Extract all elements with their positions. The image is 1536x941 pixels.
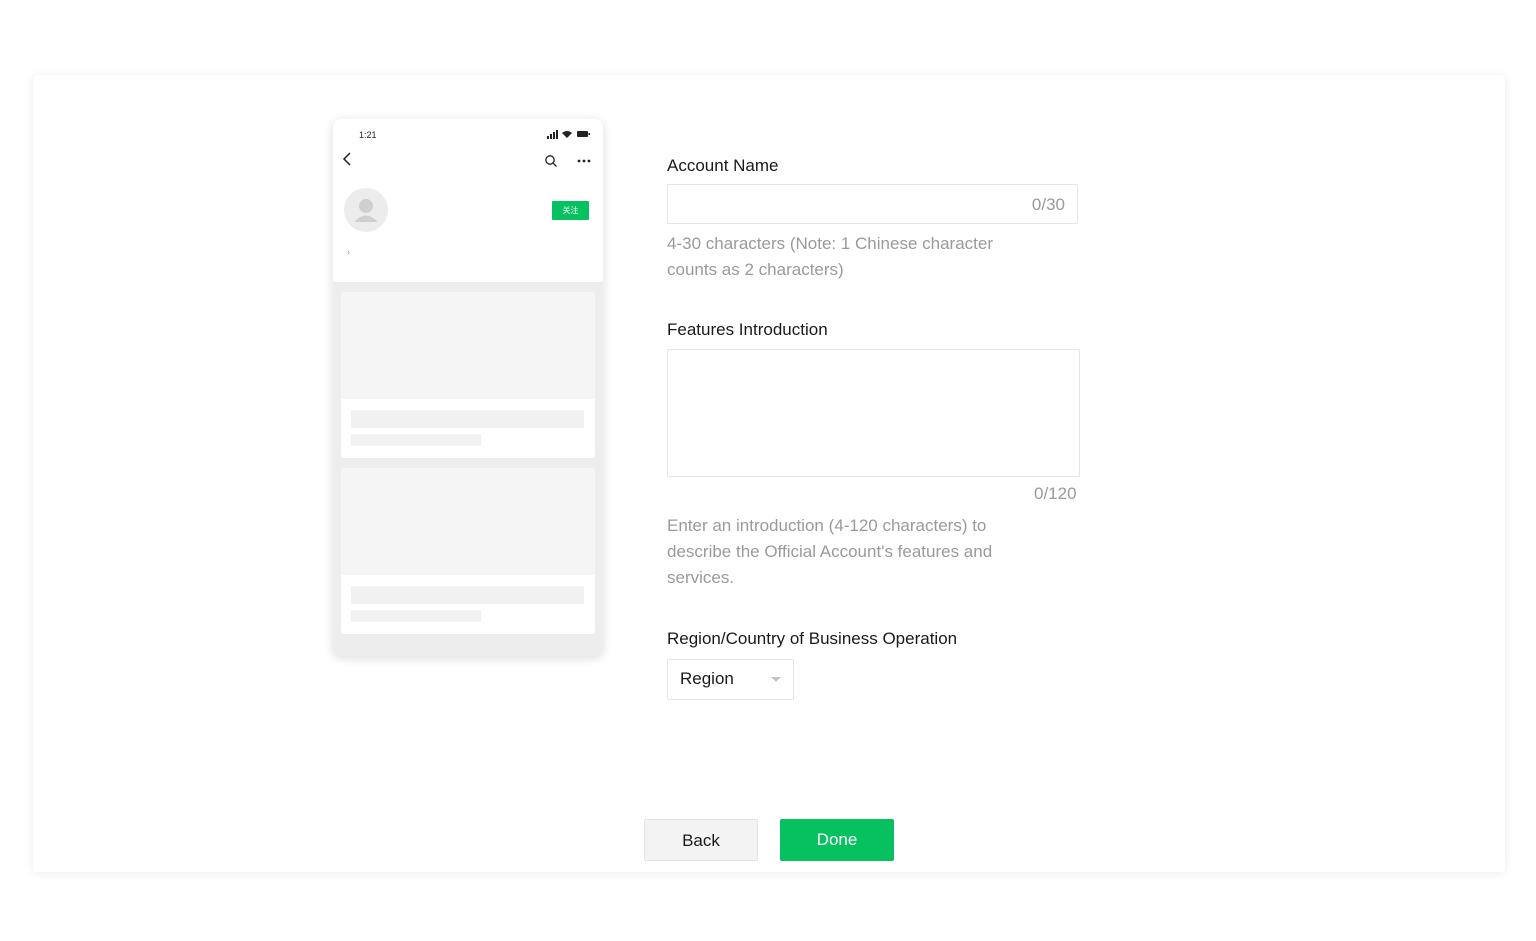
phone-preview: 1:21 关注 › bbox=[333, 119, 603, 656]
account-name-counter: 0/30 bbox=[1031, 195, 1065, 214]
back-chevron-icon[interactable] bbox=[342, 152, 354, 166]
more-icon[interactable] bbox=[576, 156, 592, 166]
feed-placeholder-title bbox=[351, 586, 584, 604]
chevron-right-icon: › bbox=[347, 247, 350, 257]
feed-placeholder-subtitle bbox=[351, 434, 481, 446]
feed-placeholder-image bbox=[341, 468, 595, 575]
feed-placeholder-card bbox=[341, 292, 595, 458]
follow-button[interactable]: 关注 bbox=[552, 201, 589, 220]
account-name-input[interactable] bbox=[680, 191, 1024, 219]
account-name-hint: 4-30 characters (Note: 1 Chinese charact… bbox=[667, 234, 993, 279]
profile-header: 1:21 关注 › bbox=[333, 119, 603, 282]
status-time: 1:21 bbox=[359, 130, 377, 140]
features-textarea[interactable] bbox=[678, 358, 1072, 470]
feed-placeholder-subtitle bbox=[351, 610, 481, 622]
region-select[interactable]: Region bbox=[667, 659, 794, 700]
feed-placeholder-image bbox=[341, 292, 595, 399]
features-label: Features Introduction bbox=[667, 320, 828, 339]
avatar bbox=[344, 188, 388, 232]
feed-placeholder-card bbox=[341, 468, 595, 634]
status-icons bbox=[547, 130, 590, 139]
features-hint: Enter an introduction (4-120 characters)… bbox=[667, 516, 993, 587]
user-placeholder-icon bbox=[355, 199, 377, 222]
registration-card: 1:21 关注 › Account Name 0/30 4-30 charact… bbox=[33, 75, 1505, 872]
features-counter: 0/120 bbox=[1034, 484, 1077, 503]
account-name-label: Account Name bbox=[667, 156, 779, 175]
features-field[interactable] bbox=[667, 349, 1080, 477]
search-icon[interactable] bbox=[544, 154, 558, 168]
region-select-value: Region bbox=[680, 669, 734, 688]
caret-down-icon bbox=[771, 677, 781, 682]
feed-placeholder-title bbox=[351, 410, 584, 428]
back-button[interactable]: Back bbox=[644, 819, 758, 861]
region-label: Region/Country of Business Operation bbox=[667, 629, 958, 648]
account-name-field[interactable]: 0/30 bbox=[667, 184, 1078, 224]
done-button[interactable]: Done bbox=[780, 819, 894, 861]
